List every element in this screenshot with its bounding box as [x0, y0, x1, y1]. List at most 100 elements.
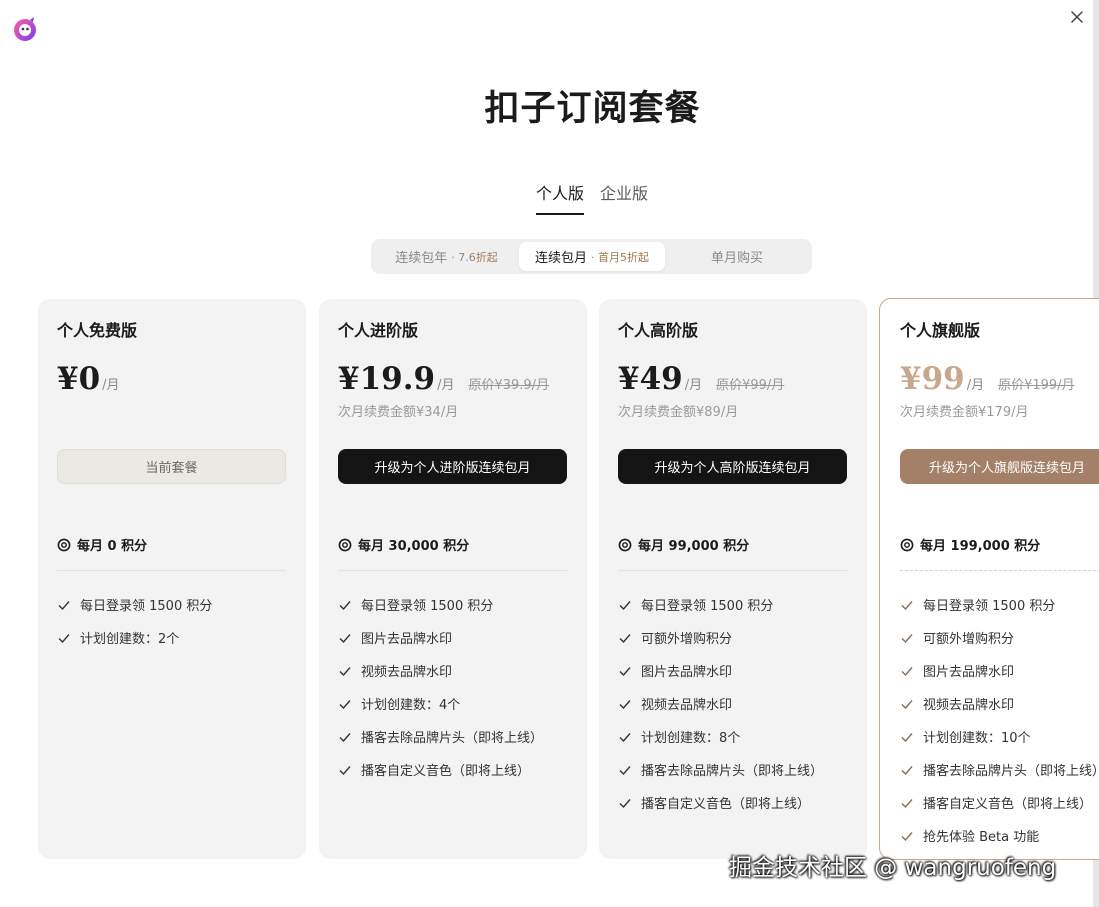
feature-item: 播客去除品牌片头（即将上线）	[338, 720, 543, 753]
feature-text: 每日登录领 1500 积分	[641, 599, 774, 614]
feature-text: 播客去除品牌片头（即将上线）	[361, 731, 544, 746]
feature-text: 计划创建数：8个	[641, 731, 741, 746]
renewal-price: 次月续费金额¥34/月	[338, 405, 459, 420]
billing-option-discount: · 首月5折起	[591, 250, 649, 264]
upgrade-premium-button[interactable]: 升级为个人高阶版连续包月	[618, 449, 847, 484]
feature-item: 计划创建数：10个	[900, 720, 1099, 753]
divider	[900, 570, 1099, 571]
check-icon	[901, 666, 913, 676]
price-period: /月	[102, 378, 120, 393]
check-icon	[619, 765, 631, 775]
check-icon	[339, 633, 351, 643]
feature-item: 每日登录领 1500 积分	[618, 588, 823, 621]
tab-enterprise[interactable]: 企业版	[600, 180, 648, 215]
monthly-points: 每月 99,000 积分	[618, 535, 749, 554]
feature-text: 播客自定义音色（即将上线）	[361, 764, 531, 779]
feature-text: 视频去品牌水印	[641, 698, 733, 713]
price-row: ¥49 /月 原价¥99/月	[618, 361, 784, 397]
monthly-points: 每月 30,000 积分	[338, 535, 469, 554]
points-label: 每月 0 积分	[77, 539, 148, 554]
check-icon	[901, 732, 913, 742]
edition-tabs: 个人版 企业版	[536, 180, 648, 215]
plan-price: ¥0	[57, 361, 101, 397]
current-plan-button[interactable]: 当前套餐	[57, 449, 286, 484]
renewal-price: 次月续费金额¥89/月	[618, 405, 739, 420]
points-icon	[57, 538, 71, 551]
billing-period-switch: 连续包年 · 7.6折起 连续包月 · 首月5折起 单月购买	[371, 239, 812, 274]
feature-item: 计划创建数：2个	[57, 621, 212, 654]
billing-option-label: 连续包年	[395, 251, 448, 266]
feature-text: 播客自定义音色（即将上线）	[923, 797, 1093, 812]
check-icon	[58, 600, 70, 610]
divider	[338, 570, 567, 571]
check-icon	[339, 600, 351, 610]
feature-text: 可额外增购积分	[641, 632, 733, 647]
original-price: 原价¥199/月	[998, 378, 1075, 393]
feature-text: 图片去品牌水印	[641, 665, 733, 680]
feature-text: 计划创建数：4个	[361, 698, 461, 713]
check-icon	[619, 732, 631, 742]
price-period: /月	[966, 378, 985, 393]
price-row: ¥19.9 /月 原价¥39.9/月	[338, 361, 549, 397]
original-price: 原价¥39.9/月	[468, 378, 550, 393]
plan-name: 个人高阶版	[618, 321, 699, 340]
watermark-text: 掘金技术社区 @ wangruofeng	[729, 855, 1057, 881]
upgrade-advanced-button[interactable]: 升级为个人进阶版连续包月	[338, 449, 567, 484]
price-period: /月	[684, 378, 703, 393]
feature-text: 计划创建数：10个	[923, 731, 1031, 746]
monthly-points: 每月 199,000 积分	[900, 535, 1040, 554]
feature-item: 图片去品牌水印	[900, 654, 1099, 687]
check-icon	[619, 633, 631, 643]
points-label: 每月 199,000 积分	[920, 539, 1041, 554]
feature-item: 播客自定义音色（即将上线）	[618, 786, 823, 819]
feature-list: 每日登录领 1500 积分 可额外增购积分 图片去品牌水印 视频去品牌水印 计划…	[900, 588, 1099, 852]
coze-logo-icon	[12, 16, 38, 42]
plan-card-flagship: 个人旗舰版 ¥99 /月 原价¥199/月 次月续费金额¥179/月 升级为个人…	[879, 298, 1099, 860]
check-icon	[901, 633, 913, 643]
feature-text: 计划创建数：2个	[80, 632, 180, 647]
feature-item: 视频去品牌水印	[338, 654, 543, 687]
billing-option-yearly[interactable]: 连续包年 · 7.6折起	[374, 242, 519, 271]
renewal-price: 次月续费金额¥179/月	[900, 405, 1029, 420]
feature-item: 播客自定义音色（即将上线）	[900, 786, 1099, 819]
feature-item: 可额外增购积分	[900, 621, 1099, 654]
plan-price: ¥19.9	[338, 361, 436, 397]
feature-list: 每日登录领 1500 积分 可额外增购积分 图片去品牌水印 视频去品牌水印 计划…	[618, 588, 823, 819]
check-icon	[339, 666, 351, 676]
feature-item: 每日登录领 1500 积分	[338, 588, 543, 621]
check-icon	[58, 633, 70, 643]
feature-item: 图片去品牌水印	[338, 621, 543, 654]
plan-name: 个人免费版	[57, 321, 138, 340]
feature-item: 可额外增购积分	[618, 621, 823, 654]
original-price: 原价¥99/月	[716, 378, 785, 393]
feature-item: 视频去品牌水印	[900, 687, 1099, 720]
plan-price: ¥49	[618, 361, 683, 397]
points-icon	[338, 538, 352, 551]
upgrade-flagship-button[interactable]: 升级为个人旗舰版连续包月	[900, 449, 1099, 484]
points-icon	[900, 538, 914, 551]
feature-item: 计划创建数：4个	[338, 687, 543, 720]
feature-text: 可额外增购积分	[923, 632, 1015, 647]
check-icon	[619, 666, 631, 676]
feature-text: 图片去品牌水印	[923, 665, 1015, 680]
billing-option-label: 连续包月	[534, 251, 587, 266]
billing-option-monthly[interactable]: 连续包月 · 首月5折起	[519, 242, 665, 271]
feature-text: 图片去品牌水印	[361, 632, 453, 647]
plan-card-premium: 个人高阶版 ¥49 /月 原价¥99/月 次月续费金额¥89/月 升级为个人高阶…	[599, 299, 867, 859]
check-icon	[619, 798, 631, 808]
check-icon	[619, 699, 631, 709]
billing-option-single-month[interactable]: 单月购买	[665, 242, 809, 271]
feature-text: 播客去除品牌片头（即将上线）	[641, 764, 824, 779]
feature-item: 图片去品牌水印	[618, 654, 823, 687]
plan-name: 个人旗舰版	[900, 321, 981, 340]
feature-item: 计划创建数：8个	[618, 720, 823, 753]
feature-list: 每日登录领 1500 积分 计划创建数：2个	[57, 588, 212, 654]
tab-personal[interactable]: 个人版	[536, 180, 585, 215]
feature-item: 播客去除品牌片头（即将上线）	[618, 753, 823, 786]
feature-item: 播客自定义音色（即将上线）	[338, 753, 543, 786]
check-icon	[619, 600, 631, 610]
close-icon[interactable]	[1068, 8, 1086, 26]
feature-text: 视频去品牌水印	[923, 698, 1015, 713]
feature-text: 每日登录领 1500 积分	[923, 599, 1056, 614]
check-icon	[339, 699, 351, 709]
